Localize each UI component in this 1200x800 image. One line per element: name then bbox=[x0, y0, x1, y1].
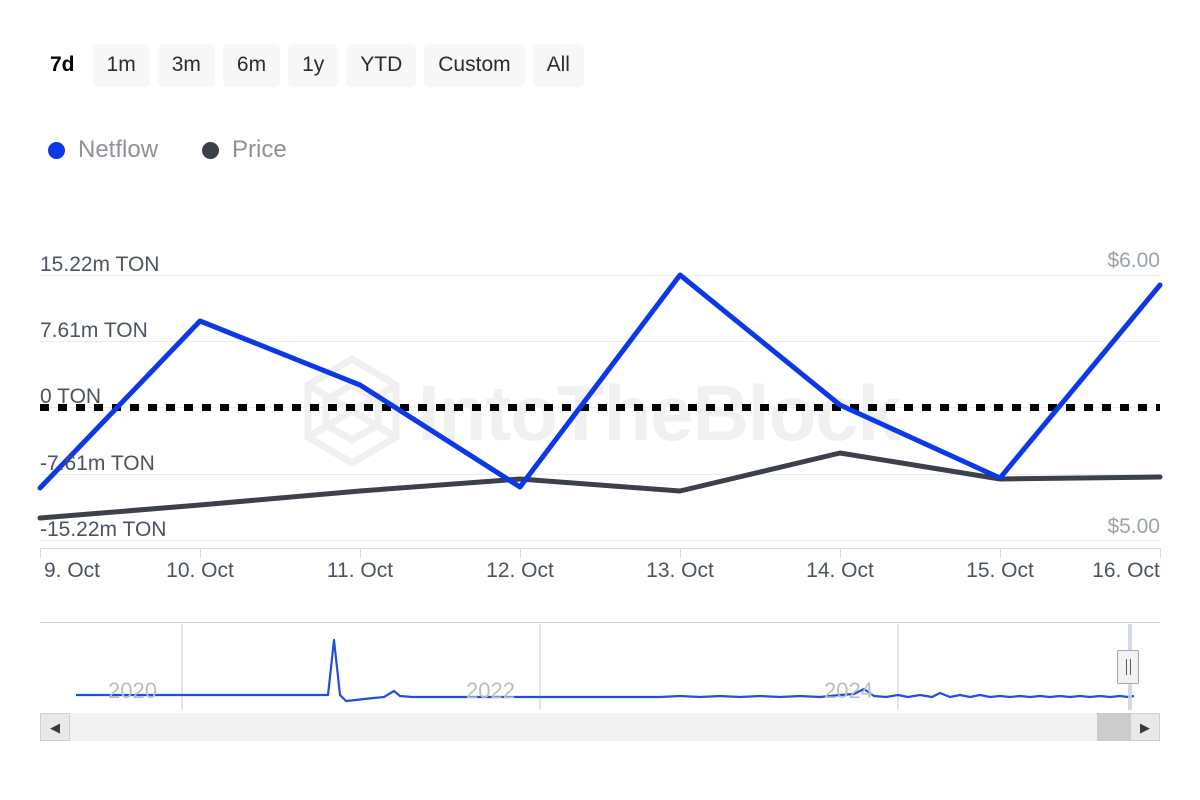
x-axis-label-7: 16. Oct bbox=[1092, 560, 1160, 581]
watermark: IntoTheBlock bbox=[308, 359, 902, 463]
y2-axis-label-0: $6.00 bbox=[1107, 250, 1160, 271]
x-axis-label-0: 9. Oct bbox=[44, 560, 100, 581]
triangle-left-icon: ◀ bbox=[50, 721, 60, 734]
navigator-svg bbox=[40, 622, 1160, 712]
range-button-6m[interactable]: 6m bbox=[223, 44, 280, 87]
x-axis-label-6: 15. Oct bbox=[966, 560, 1034, 581]
legend-dot-netflow bbox=[48, 142, 65, 159]
svg-text:IntoTheBlock: IntoTheBlock bbox=[418, 369, 902, 457]
legend-label-netflow: Netflow bbox=[78, 138, 158, 162]
navigator-scrollbar-track[interactable] bbox=[40, 713, 1160, 741]
range-selector: 7d 1m 3m 6m 1y YTD Custom All bbox=[40, 44, 584, 86]
navigator-year-2020: 2020 bbox=[108, 680, 157, 702]
legend-dot-price bbox=[202, 142, 219, 159]
y-axis-label-4: -15.22m TON bbox=[40, 519, 166, 540]
y2-axis-label-1: $5.00 bbox=[1107, 516, 1160, 537]
series-line-netflow bbox=[40, 275, 1160, 488]
range-button-3m[interactable]: 3m bbox=[158, 44, 215, 87]
range-button-7d[interactable]: 7d bbox=[40, 44, 85, 87]
x-axis-label-2: 11. Oct bbox=[327, 560, 393, 581]
navigator-series-line bbox=[76, 640, 1134, 701]
navigator-year-2024: 2024 bbox=[824, 680, 873, 702]
y-axis-label-2: 0 TON bbox=[40, 386, 101, 407]
y-axis-label-1: 7.61m TON bbox=[40, 320, 148, 341]
scroll-right-button[interactable]: ▶ bbox=[1130, 713, 1160, 741]
legend-label-price: Price bbox=[232, 138, 287, 162]
range-button-all[interactable]: All bbox=[533, 44, 584, 87]
y-axis-label-0: 15.22m TON bbox=[40, 254, 159, 275]
navigator-left-handle[interactable] bbox=[1117, 650, 1139, 684]
x-axis-label-5: 14. Oct bbox=[806, 560, 874, 581]
range-button-ytd[interactable]: YTD bbox=[346, 44, 416, 87]
chart-navigator[interactable]: 2020 2022 2024 bbox=[40, 622, 1160, 712]
x-axis-label-1: 10. Oct bbox=[166, 560, 234, 581]
series-line-price bbox=[40, 453, 1160, 518]
triangle-right-icon: ▶ bbox=[1140, 721, 1150, 734]
range-button-1m[interactable]: 1m bbox=[93, 44, 150, 87]
drag-handle-icon bbox=[1130, 659, 1131, 675]
chart-svg: IntoTheBlock bbox=[0, 0, 1200, 620]
chart-legend: Netflow Price bbox=[48, 130, 287, 170]
drag-handle-icon bbox=[1126, 659, 1127, 675]
legend-item-netflow[interactable]: Netflow bbox=[48, 138, 158, 162]
gridlines bbox=[40, 276, 1160, 541]
x-axis-label-3: 12. Oct bbox=[486, 560, 554, 581]
navigator-scrollbar-thumb[interactable] bbox=[1097, 713, 1130, 741]
x-axis-label-4: 13. Oct bbox=[646, 560, 714, 581]
range-button-custom[interactable]: Custom bbox=[424, 44, 524, 87]
legend-item-price[interactable]: Price bbox=[202, 138, 287, 162]
x-axis-ticks bbox=[41, 548, 1161, 558]
y-axis-label-3: -7.61m TON bbox=[40, 453, 155, 474]
navigator-year-2022: 2022 bbox=[466, 680, 515, 702]
scroll-left-button[interactable]: ◀ bbox=[40, 713, 70, 741]
range-button-1y[interactable]: 1y bbox=[288, 44, 338, 87]
